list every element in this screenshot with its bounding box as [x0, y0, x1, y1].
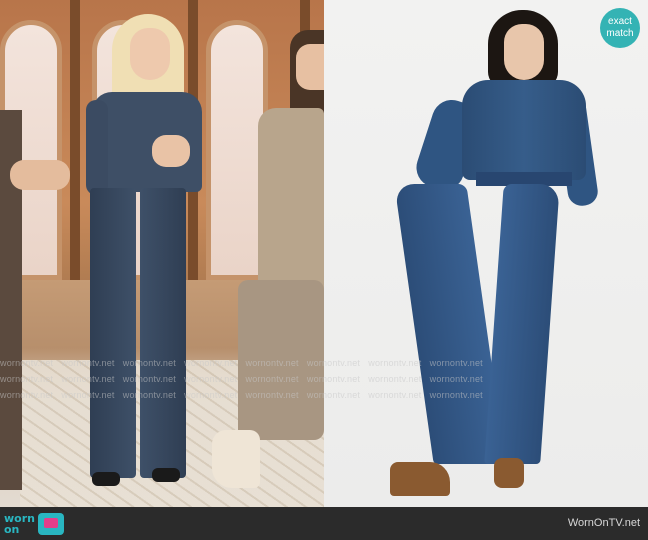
- watermark-text: wornontv.net: [61, 374, 115, 384]
- watermark-text: wornontv.net: [429, 358, 483, 368]
- watermark-text: wornontv.net: [306, 374, 361, 384]
- denim-leg: [90, 188, 136, 478]
- watermark-text: wornontv.net: [61, 390, 115, 400]
- watermark-text: wornontv.net: [245, 358, 299, 368]
- face: [296, 44, 324, 90]
- black-sandal: [152, 468, 180, 482]
- brown-suede-boot: [494, 458, 524, 488]
- flared-denim-leg: [484, 184, 560, 464]
- watermark-text: wornontv.net: [0, 358, 54, 368]
- watermark-text: wornontv.net: [245, 374, 299, 384]
- watermark-text: wornontv.net: [122, 390, 177, 400]
- watermark-text: wornontv.net: [306, 390, 361, 400]
- watermark-row: wornontv.net wornontv.net wornontv.net w…: [0, 358, 648, 368]
- wornontv-logo[interactable]: worn on tv: [4, 510, 64, 537]
- badge-line-1: exact: [608, 16, 632, 27]
- model-face: [504, 24, 544, 80]
- denim-leg: [140, 188, 186, 478]
- watermark-text: wornontv.net: [122, 358, 177, 368]
- studio-pillar: [70, 0, 80, 290]
- black-sandal: [92, 472, 120, 486]
- watermark-text: wornontv.net: [0, 374, 54, 384]
- face: [130, 28, 170, 80]
- watermark-text: wornontv.net: [429, 374, 483, 384]
- watermark-text: wornontv.net: [184, 358, 238, 368]
- brown-suede-boot: [390, 462, 450, 496]
- tv-still-photo: [0, 0, 324, 507]
- watermark-text: wornontv.net: [306, 358, 361, 368]
- site-name[interactable]: WornOnTV.net: [568, 517, 640, 529]
- watermark-text: wornontv.net: [184, 390, 238, 400]
- watermark-text: wornontv.net: [429, 390, 483, 400]
- tv-icon: [37, 512, 64, 535]
- logo-wordmark: worn on: [4, 513, 35, 535]
- clasped-hands: [152, 135, 190, 167]
- badge-line-2: match: [606, 28, 634, 39]
- denim-jumpsuit-bodice: [462, 80, 586, 180]
- watermark-text: wornontv.net: [0, 390, 54, 400]
- logo-text-worn: worn: [4, 511, 35, 525]
- beige-blazer: [258, 108, 324, 298]
- watermark-text: wornontv.net: [61, 358, 115, 368]
- logo-text-on: on: [4, 522, 20, 536]
- watermark-text: wornontv.net: [368, 374, 422, 384]
- watermark-row: wornontv.net wornontv.net wornontv.net w…: [0, 390, 648, 400]
- left-person-hands: [10, 160, 70, 190]
- watermark-text: wornontv.net: [368, 390, 422, 400]
- product-photo: exact match: [324, 0, 648, 507]
- watermark-text: wornontv.net: [184, 374, 238, 384]
- exact-match-badge: exact match: [600, 8, 640, 48]
- watermark-text: wornontv.net: [122, 374, 177, 384]
- watermark-text: wornontv.net: [245, 390, 299, 400]
- watermark-text: wornontv.net: [368, 358, 422, 368]
- image-stage: exact match wornontv.net wornontv.net wo…: [0, 0, 648, 507]
- denim-sleeve: [86, 100, 108, 195]
- watermark-row: wornontv.net wornontv.net wornontv.net w…: [0, 374, 648, 384]
- footer-bar: worn on tv WornOnTV.net: [0, 507, 648, 540]
- white-boot: [212, 430, 260, 488]
